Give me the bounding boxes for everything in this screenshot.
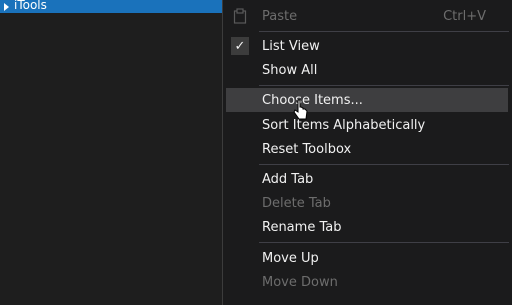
menu-item-shortcut: Ctrl+V (443, 8, 486, 24)
menu-separator (259, 242, 509, 243)
menu-item-label: Move Up (262, 250, 319, 266)
menu-item-label: Reset Toolbox (262, 141, 352, 157)
menu-item-move-up[interactable]: Move Up (226, 246, 508, 270)
menu-item-label: Sort Items Alphabetically (262, 117, 426, 133)
expand-arrow-icon[interactable] (4, 2, 9, 11)
menu-item-reset-toolbox[interactable]: Reset Toolbox (226, 137, 508, 161)
menu-separator (259, 164, 509, 165)
menu-item-choose-items[interactable]: Choose Items... (226, 88, 508, 112)
menu-item-label: List View (262, 38, 320, 54)
menu-separator (259, 85, 509, 86)
menu-item-paste[interactable]: Paste Ctrl+V (226, 4, 508, 28)
menu-item-label: Choose Items... (262, 92, 363, 108)
menu-item-rename-tab[interactable]: Rename Tab (226, 215, 508, 239)
menu-separator (259, 31, 509, 32)
tree-item-itools[interactable]: iTools (0, 0, 232, 13)
menu-item-label: Delete Tab (262, 195, 331, 211)
menu-item-sort-alphabetically[interactable]: Sort Items Alphabetically (226, 113, 508, 137)
menu-item-label: Move Down (262, 274, 338, 290)
menu-item-move-down[interactable]: Move Down (226, 270, 508, 294)
menu-item-add-tab[interactable]: Add Tab (226, 167, 508, 191)
menu-item-label: Paste (262, 8, 298, 24)
toolbox-pane: iTools (0, 0, 232, 305)
menu-item-list-view[interactable]: ✓ List View (226, 34, 508, 58)
menu-item-label: Rename Tab (262, 219, 342, 235)
menu-item-label: Show All (262, 62, 318, 78)
menu-item-delete-tab[interactable]: Delete Tab (226, 191, 508, 215)
menu-item-show-all[interactable]: Show All (226, 58, 508, 82)
context-menu: Paste Ctrl+V ✓ List View Show All Choose… (222, 0, 512, 305)
paste-icon (232, 8, 248, 24)
tree-item-label: iTools (14, 0, 47, 12)
checkmark-icon: ✓ (231, 37, 249, 55)
menu-item-label: Add Tab (262, 171, 314, 187)
mouse-pointer-icon (293, 99, 309, 123)
